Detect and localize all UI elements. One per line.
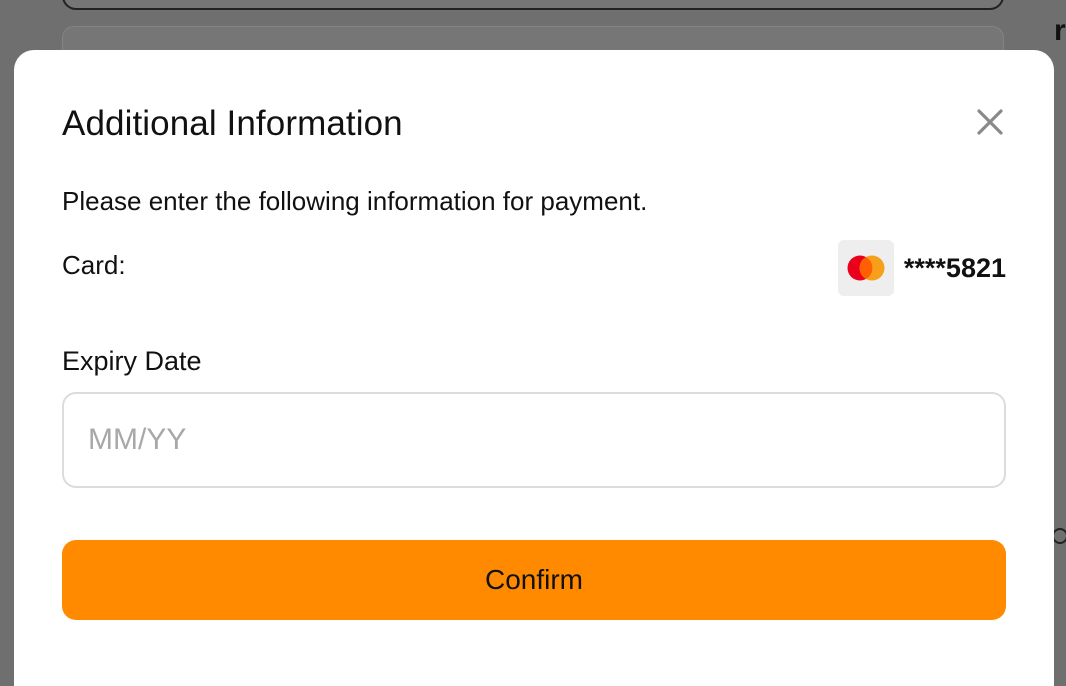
card-info: ****5821 (837, 240, 1006, 296)
confirm-button[interactable]: Confirm (62, 540, 1006, 620)
background-field (62, 0, 1004, 10)
expiry-date-label: Expiry Date (62, 346, 202, 376)
background-radio (1052, 528, 1066, 544)
mastercard-icon (847, 255, 885, 281)
card-brand-badge (837, 240, 894, 296)
dialog-title: Additional Information (62, 104, 403, 143)
dialog-description: Please enter the following information f… (62, 186, 648, 216)
close-icon (977, 109, 1003, 135)
additional-info-dialog: Additional Information Please enter the … (14, 50, 1054, 686)
card-label: Card: (62, 250, 126, 280)
expiry-date-input[interactable] (62, 392, 1006, 488)
close-button[interactable] (972, 104, 1008, 140)
background-text: r (1054, 14, 1066, 47)
masked-card-number: ****5821 (903, 252, 1006, 283)
